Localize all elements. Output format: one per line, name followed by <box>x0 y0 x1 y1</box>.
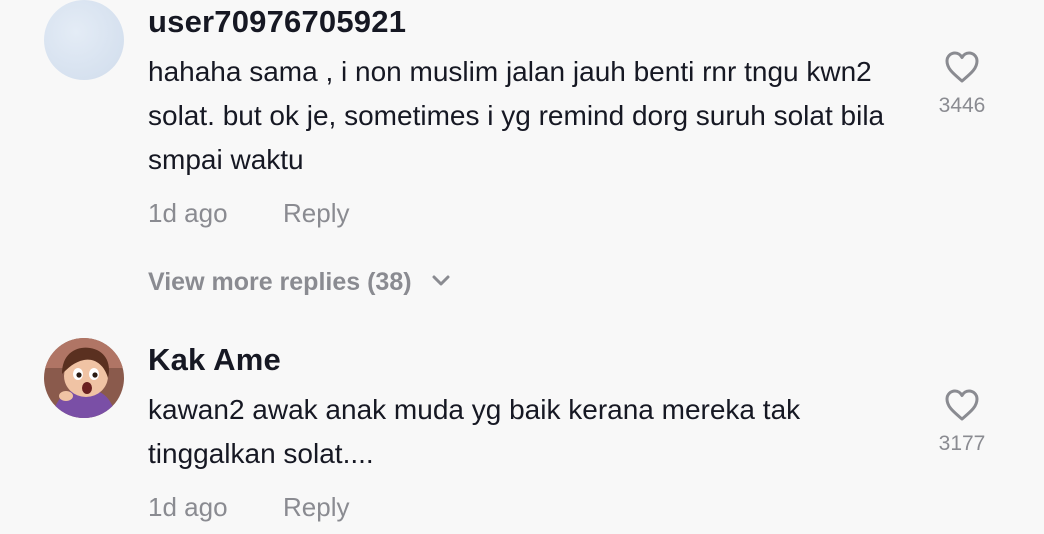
avatar[interactable] <box>44 0 124 80</box>
like-button[interactable]: 3177 <box>920 388 1004 456</box>
reply-button[interactable]: Reply <box>283 198 349 229</box>
comment-text: hahaha sama , i non muslim jalan jauh be… <box>148 56 885 175</box>
like-button[interactable]: 3446 <box>920 50 1004 118</box>
comment-meta: 1d ago Reply <box>148 492 349 523</box>
view-more-replies-label: View more replies (38) <box>148 268 412 296</box>
like-count: 3177 <box>938 432 986 455</box>
comment-time: 1d ago <box>148 198 228 228</box>
heart-icon <box>920 388 1004 422</box>
view-more-replies-button[interactable]: View more replies (38) <box>148 268 451 297</box>
comment-username[interactable]: Kak Ame <box>148 342 281 378</box>
comment-text: kawan2 awak anak muda yg baik kerana mer… <box>148 394 801 469</box>
comment-meta: 1d ago Reply <box>148 198 349 229</box>
comment-time: 1d ago <box>148 492 228 522</box>
reply-button[interactable]: Reply <box>283 492 349 523</box>
chevron-down-icon <box>419 268 451 296</box>
comment-username[interactable]: user70976705921 <box>148 4 406 40</box>
like-count: 3446 <box>938 94 986 117</box>
heart-icon <box>920 50 1004 84</box>
avatar[interactable] <box>44 338 124 418</box>
